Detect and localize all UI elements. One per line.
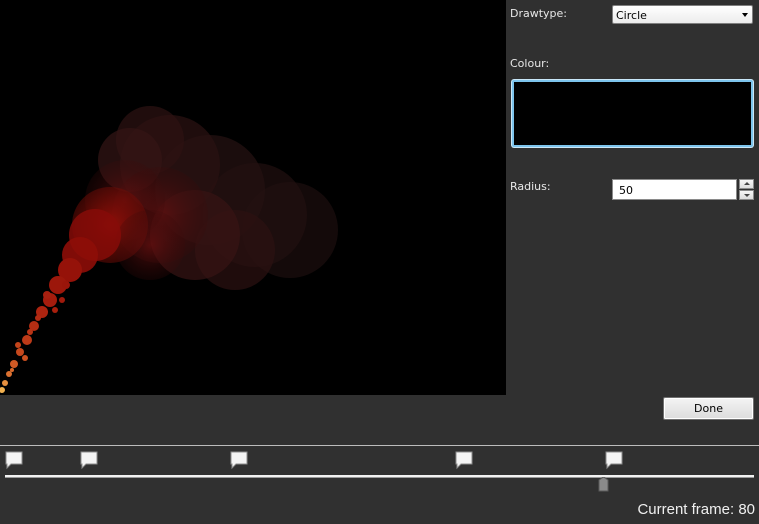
chevron-down-icon[interactable]: [742, 13, 748, 17]
radius-input[interactable]: 50: [612, 179, 737, 200]
drawtype-label: Drawtype:: [510, 7, 568, 20]
aged-particles: [72, 106, 338, 290]
colour-label: Colour:: [510, 57, 550, 70]
spin-down-button[interactable]: [739, 190, 754, 200]
timeline-divider: [0, 445, 759, 446]
keyframe-flag-icon[interactable]: [230, 451, 248, 471]
particle-preview-graphic: [0, 106, 338, 393]
playhead-icon[interactable]: [598, 477, 609, 492]
current-frame-label: Current frame: 80: [637, 501, 755, 518]
colour-picker-swatch[interactable]: [512, 80, 753, 147]
keyframe-flag-icon[interactable]: [455, 451, 473, 471]
timeline-track[interactable]: [5, 475, 754, 478]
particle-editor-window: Drawtype: Circle Colour: Radius: 50 Done…: [0, 0, 759, 524]
drawtype-select[interactable]: Circle: [612, 5, 753, 24]
spin-up-icon: [744, 182, 750, 185]
radius-label: Radius:: [510, 180, 551, 193]
keyframe-flag-icon[interactable]: [5, 451, 23, 471]
keyframe-flag-icon[interactable]: [80, 451, 98, 471]
drawtype-selected-value: Circle: [616, 9, 647, 22]
done-button[interactable]: Done: [663, 397, 754, 420]
keyframe-flag-icon[interactable]: [605, 451, 623, 471]
young-particles: [0, 209, 121, 393]
spin-down-icon: [744, 194, 750, 197]
preview-canvas[interactable]: [0, 0, 506, 395]
spin-up-button[interactable]: [739, 179, 754, 189]
